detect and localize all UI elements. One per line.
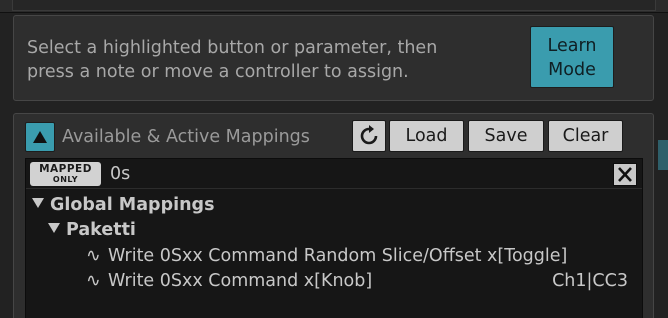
tree-subgroup-paketti[interactable]: Paketti: [48, 218, 136, 242]
save-button[interactable]: Save: [468, 120, 544, 152]
tree-subgroup-label: Paketti: [66, 220, 136, 240]
mappings-list[interactable]: MAPPED ONLY Global Mappings Paketti ∿Wr: [25, 158, 643, 318]
close-icon: [618, 167, 632, 182]
mappings-panel: Available & Active Mappings Load Save Cl…: [13, 113, 654, 318]
hint-line-1: Select a highlighted button or parameter…: [27, 38, 438, 58]
load-button[interactable]: Load: [389, 120, 464, 152]
hint-line-2: press a note or move a controller to ass…: [27, 62, 409, 82]
learn-mode-label-2: Mode: [548, 60, 596, 80]
tree-item-label: Write 0Sxx Command x[Knob]: [108, 271, 373, 291]
mapped-only-label-2: ONLY: [52, 175, 79, 184]
midi-mapping-dialog: Select a highlighted button or parameter…: [0, 0, 668, 318]
triangle-up-icon: [33, 131, 47, 143]
filter-row: MAPPED ONLY: [26, 159, 642, 189]
mapped-only-toggle[interactable]: MAPPED ONLY: [30, 162, 101, 186]
clear-filter-button[interactable]: [613, 163, 637, 186]
wave-icon: ∿: [86, 271, 101, 291]
refresh-icon: [360, 125, 378, 145]
filter-input[interactable]: [106, 162, 614, 186]
refresh-button[interactable]: [352, 120, 386, 152]
tree-group-label: Global Mappings: [50, 195, 215, 215]
hint-panel: Select a highlighted button or parameter…: [13, 15, 654, 101]
tree-group-global[interactable]: Global Mappings: [32, 193, 215, 217]
mappings-title: Available & Active Mappings: [62, 127, 310, 147]
tree-item[interactable]: ∿ Write 0Sxx Command x[Knob] Ch1|CC3: [86, 269, 636, 293]
window-edge-accent: [658, 140, 668, 170]
top-strip: [0, 0, 668, 13]
tree-item[interactable]: ∿ Write 0Sxx Command Random Slice/Offset …: [86, 244, 636, 268]
clear-button[interactable]: Clear: [548, 120, 623, 152]
tree-item-label: Write 0Sxx Command Random Slice/Offset x…: [108, 246, 568, 266]
triangle-down-icon: [48, 223, 60, 233]
top-frame: [12, 0, 656, 11]
learn-mode-label-1: Learn: [547, 36, 597, 56]
wave-icon: ∿: [86, 246, 101, 266]
triangle-down-icon: [32, 198, 44, 208]
collapse-button[interactable]: [25, 122, 55, 152]
tree-item-assignment: Ch1|CC3: [552, 271, 628, 291]
hint-text: Select a highlighted button or parameter…: [27, 36, 507, 84]
mapped-only-label-1: MAPPED: [39, 163, 92, 175]
learn-mode-button[interactable]: Learn Mode: [530, 26, 614, 88]
